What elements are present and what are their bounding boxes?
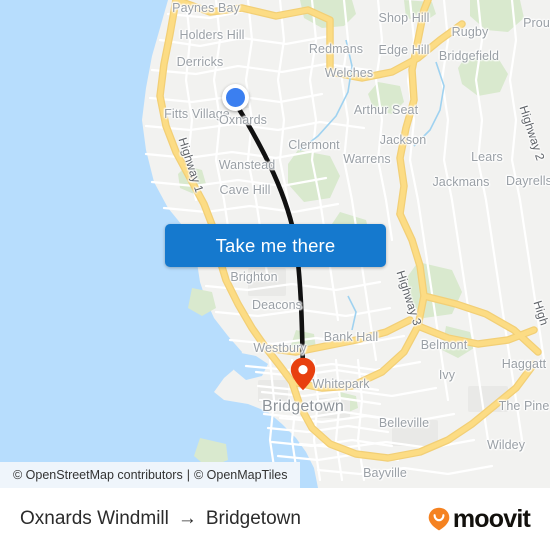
moovit-wordmark: moovit [452,504,531,533]
route-title: Oxnards Windmill → Bridgetown [20,508,301,530]
route-destination-label: Bridgetown [205,508,301,529]
attribution-osm[interactable]: © OpenStreetMap contributors [13,468,183,482]
attribution-openmaptiles[interactable]: © OpenMapTiles [194,468,288,482]
origin-marker-dot [226,88,245,107]
origin-marker[interactable] [222,84,249,111]
route-origin-label: Oxnards Windmill [20,508,169,529]
moovit-pin-icon [428,507,450,531]
footer-bar: Oxnards Windmill → Bridgetown moovit [0,488,550,550]
moovit-route-map-screenshot: Paynes Bay Holders Hill Derricks Redmans Sho… [0,0,550,550]
moovit-logo[interactable]: moovit [428,504,531,534]
map-canvas[interactable]: Paynes Bay Holders Hill Derricks Redmans Sho… [0,0,550,488]
attribution-separator: | [186,468,190,482]
destination-pin-icon [290,357,316,391]
route-arrow-icon: → [177,508,197,529]
take-me-there-button[interactable]: Take me there [165,224,386,267]
destination-marker[interactable] [290,357,316,391]
map-attribution-bar: © OpenStreetMap contributors | © OpenMap… [0,462,301,488]
